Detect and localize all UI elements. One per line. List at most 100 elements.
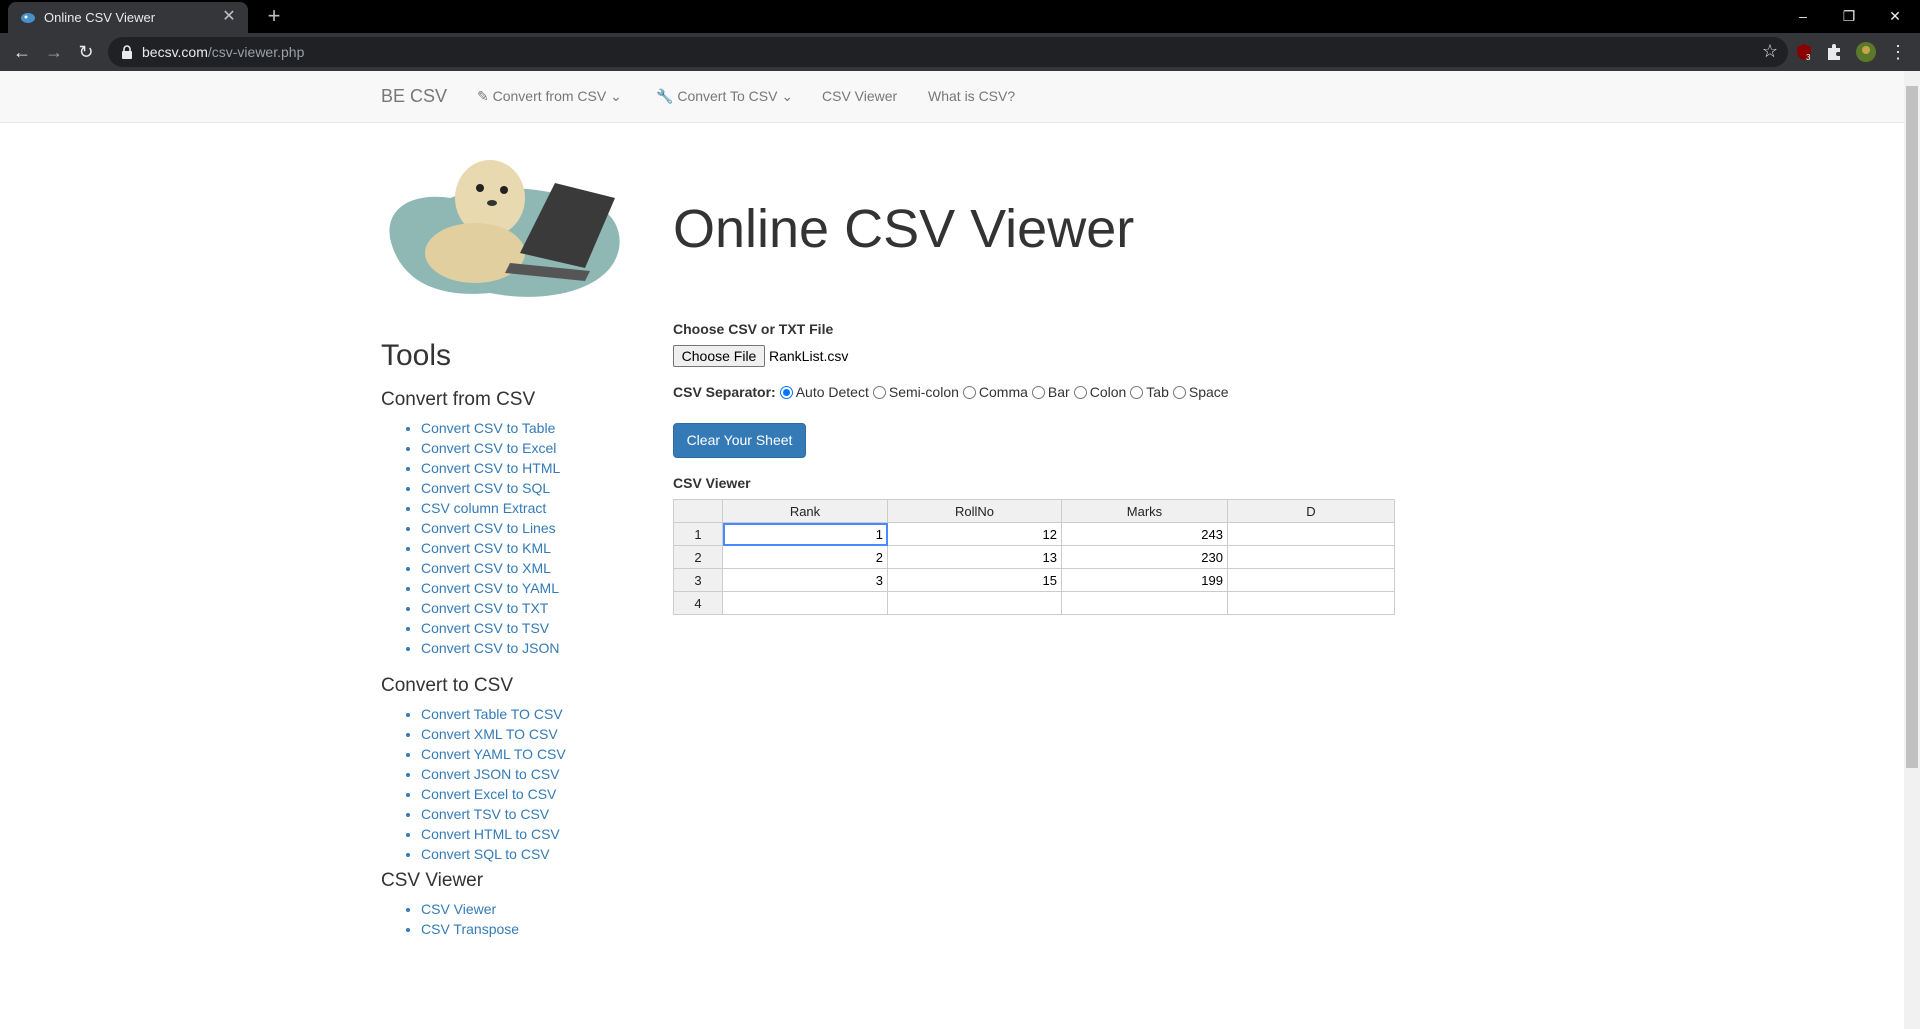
separator-option[interactable]: Space bbox=[1172, 384, 1229, 400]
sidebar-link[interactable]: Convert CSV to Table bbox=[421, 420, 555, 436]
site-brand[interactable]: BE CSV bbox=[381, 86, 447, 107]
row-header[interactable]: 4 bbox=[673, 591, 723, 615]
nav-csv-viewer[interactable]: CSV Viewer bbox=[822, 88, 897, 104]
sidebar-link[interactable]: CSV Transpose bbox=[421, 921, 519, 937]
ublock-extension-icon[interactable]: 3 bbox=[1794, 42, 1814, 62]
sidebar-link[interactable]: Convert CSV to HTML bbox=[421, 460, 560, 476]
sidebar-link[interactable]: Convert XML TO CSV bbox=[421, 726, 558, 742]
sidebar-link[interactable]: Convert CSV to TXT bbox=[421, 600, 548, 616]
back-icon[interactable]: ← bbox=[10, 40, 34, 64]
separator-option[interactable]: Semi-colon bbox=[872, 384, 959, 400]
minimize-button[interactable]: – bbox=[1780, 4, 1826, 28]
address-bar[interactable]: becsv.com/csv-viewer.php ☆ bbox=[108, 37, 1788, 67]
table-cell[interactable]: 1 bbox=[722, 522, 888, 546]
table-cell[interactable]: 199 bbox=[1061, 568, 1228, 592]
table-cell[interactable]: 3 bbox=[722, 568, 888, 592]
csv-viewer-links: CSV Viewer CSV Transpose bbox=[421, 899, 519, 939]
separator-option[interactable]: Bar bbox=[1031, 384, 1070, 400]
sidebar-link-item: Convert XML TO CSV bbox=[421, 724, 566, 744]
browser-chrome: Online CSV Viewer ✕ + – ❐ ✕ ← → ↻ becsv.… bbox=[0, 0, 1920, 71]
sidebar-link[interactable]: Convert CSV to TSV bbox=[421, 620, 549, 636]
sidebar-link[interactable]: CSV column Extract bbox=[421, 500, 546, 516]
convert-from-csv-links: Convert CSV to Table Convert CSV to Excel… bbox=[421, 418, 560, 658]
separator-option[interactable]: Auto Detect bbox=[779, 384, 869, 400]
table-cell[interactable]: 12 bbox=[887, 522, 1062, 546]
row-header[interactable]: 3 bbox=[673, 568, 723, 592]
lock-icon bbox=[122, 45, 132, 59]
reload-icon[interactable]: ↻ bbox=[74, 40, 98, 64]
sidebar-link-item: Convert CSV to TXT bbox=[421, 598, 560, 618]
nav-what-is-csv[interactable]: What is CSV? bbox=[928, 88, 1015, 104]
new-tab-button[interactable]: + bbox=[262, 4, 286, 28]
wrench-icon: 🔧 bbox=[656, 88, 674, 104]
sidebar-link-item: Convert CSV to Table bbox=[421, 418, 560, 438]
sidebar-link[interactable]: Convert CSV to YAML bbox=[421, 580, 559, 596]
sidebar-link[interactable]: Convert JSON to CSV bbox=[421, 766, 560, 782]
group-title-convert-to-csv: Convert to CSV bbox=[381, 675, 513, 696]
close-window-button[interactable]: ✕ bbox=[1872, 4, 1918, 28]
nav-convert-to-csv[interactable]: 🔧 Convert To CSV ⌄ bbox=[656, 88, 793, 105]
scrollbar-thumb[interactable] bbox=[1906, 86, 1918, 768]
table-cell[interactable] bbox=[1227, 545, 1395, 569]
column-header[interactable]: Marks bbox=[1061, 499, 1228, 523]
radio-button[interactable] bbox=[1073, 385, 1087, 399]
table-cell[interactable] bbox=[1061, 591, 1228, 615]
nav-convert-from-csv[interactable]: ✎ Convert from CSV ⌄ bbox=[477, 88, 622, 105]
table-cell[interactable]: 13 bbox=[887, 545, 1062, 569]
row-header[interactable]: 2 bbox=[673, 545, 723, 569]
choose-file-button[interactable]: Choose File bbox=[673, 345, 765, 367]
sidebar-link[interactable]: Convert Table TO CSV bbox=[421, 706, 563, 722]
sidebar-link-item: Convert CSV to Excel bbox=[421, 438, 560, 458]
sidebar-link[interactable]: Convert CSV to Excel bbox=[421, 440, 556, 456]
column-header[interactable]: Rank bbox=[722, 499, 888, 523]
separator-option[interactable]: Comma bbox=[962, 384, 1028, 400]
table-cell[interactable]: 15 bbox=[887, 568, 1062, 592]
clear-sheet-button[interactable]: Clear Your Sheet bbox=[673, 423, 806, 458]
close-tab-icon[interactable]: ✕ bbox=[220, 8, 238, 26]
profile-avatar-icon[interactable] bbox=[1856, 42, 1876, 62]
sidebar-link[interactable]: CSV Viewer bbox=[421, 901, 496, 917]
radio-button[interactable] bbox=[779, 385, 793, 399]
sidebar-link[interactable]: Convert CSV to SQL bbox=[421, 480, 550, 496]
table-cell[interactable]: 243 bbox=[1061, 522, 1228, 546]
column-header[interactable]: D bbox=[1227, 499, 1395, 523]
sidebar-link[interactable]: Convert TSV to CSV bbox=[421, 806, 549, 822]
browser-menu-icon[interactable]: ⋮ bbox=[1886, 40, 1910, 64]
extensions-puzzle-icon[interactable] bbox=[1824, 42, 1844, 62]
row-header[interactable]: 1 bbox=[673, 522, 723, 546]
tab-strip: Online CSV Viewer ✕ + – ❐ ✕ bbox=[0, 0, 1920, 33]
sidebar-link-item: Convert CSV to TSV bbox=[421, 618, 560, 638]
browser-tab[interactable]: Online CSV Viewer ✕ bbox=[8, 2, 248, 33]
restore-button[interactable]: ❐ bbox=[1826, 4, 1872, 28]
table-cell[interactable] bbox=[1227, 522, 1395, 546]
bookmark-star-icon[interactable]: ☆ bbox=[1762, 41, 1778, 62]
radio-button[interactable] bbox=[962, 385, 976, 399]
radio-button[interactable] bbox=[1130, 385, 1144, 399]
sidebar-link[interactable]: Convert CSV to KML bbox=[421, 540, 551, 556]
forward-icon[interactable]: → bbox=[42, 40, 66, 64]
sidebar-link[interactable]: Convert CSV to Lines bbox=[421, 520, 556, 536]
sidebar-link[interactable]: Convert CSV to JSON bbox=[421, 640, 560, 656]
column-header[interactable]: RollNo bbox=[887, 499, 1062, 523]
radio-button[interactable] bbox=[1031, 385, 1045, 399]
table-cell[interactable]: 230 bbox=[1061, 545, 1228, 569]
sidebar-link[interactable]: Convert Excel to CSV bbox=[421, 786, 556, 802]
table-cell[interactable]: 2 bbox=[722, 545, 888, 569]
browser-toolbar: ← → ↻ becsv.com/csv-viewer.php ☆ 3 ⋮ bbox=[0, 33, 1920, 71]
radio-button[interactable] bbox=[1172, 385, 1186, 399]
sidebar-link[interactable]: Convert HTML to CSV bbox=[421, 826, 560, 842]
sidebar-link[interactable]: Convert YAML TO CSV bbox=[421, 746, 566, 762]
separator-option[interactable]: Colon bbox=[1073, 384, 1126, 400]
sidebar-link[interactable]: Convert SQL to CSV bbox=[421, 846, 550, 862]
table-cell[interactable] bbox=[1227, 591, 1395, 615]
separator-option[interactable]: Tab bbox=[1130, 384, 1169, 400]
sidebar-link-item: Convert JSON to CSV bbox=[421, 764, 566, 784]
table-cell[interactable] bbox=[722, 591, 888, 615]
site-navbar: BE CSV ✎ Convert from CSV ⌄ 🔧 Convert To… bbox=[0, 71, 1904, 123]
table-cell[interactable] bbox=[1227, 568, 1395, 592]
radio-button[interactable] bbox=[872, 385, 886, 399]
table-cell[interactable] bbox=[887, 591, 1062, 615]
separator-option-label: Comma bbox=[978, 384, 1028, 400]
sidebar-link[interactable]: Convert CSV to XML bbox=[421, 560, 551, 576]
sidebar-link-item: Convert Table TO CSV bbox=[421, 704, 566, 724]
